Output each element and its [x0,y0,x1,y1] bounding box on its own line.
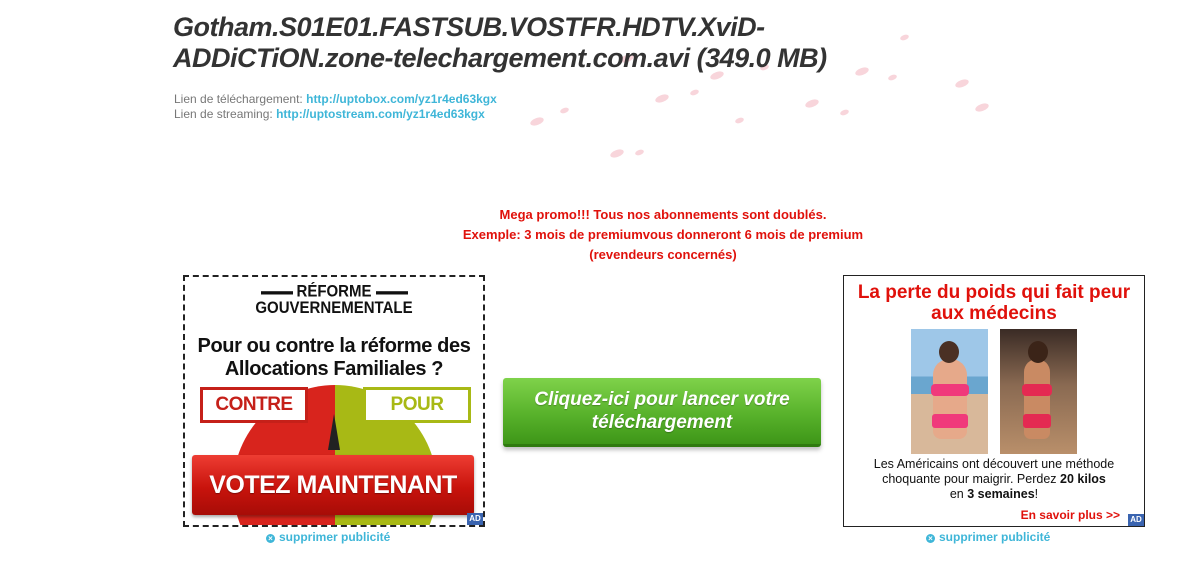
contre-option[interactable]: CONTRE [200,387,308,423]
after-photo [1000,329,1077,454]
before-photo [911,329,988,454]
remove-ad-label: supprimer publicité [279,530,391,544]
promo-line-3: (revendeurs concernés) [589,247,737,262]
download-link-row: Lien de téléchargement: http://uptobox.c… [174,92,497,107]
remove-ad-link-left[interactable]: × supprimer publicité [266,530,390,544]
promo-line-2: Exemple: 3 mois de premiumvous donneront… [462,227,864,242]
close-circle-icon: × [926,534,935,543]
reform-tag: RÉFORME GOUVERNEMENTALE [185,283,483,318]
promo-line-1: Mega promo!!! Tous nos abonnements sont … [499,207,827,222]
ad-badge-icon[interactable]: AD [1128,514,1144,526]
ad-weight-title: La perte du poids qui fait peur aux méde… [857,282,1131,324]
download-link[interactable]: http://uptobox.com/yz1r4ed63kgx [306,92,497,106]
reform-tag-line2: GOUVERNEMENTALE [255,298,413,318]
ad-weight-loss[interactable]: La perte du poids qui fait peur aux méde… [843,275,1145,527]
vote-now-button[interactable]: VOTEZ MAINTENANT [192,455,474,515]
download-link-label: Lien de téléchargement: [174,92,303,106]
streaming-link[interactable]: http://uptostream.com/yz1r4ed63kgx [276,107,485,121]
streaming-link-row: Lien de streaming: http://uptostream.com… [174,107,497,122]
remove-ad-label: supprimer publicité [939,530,1051,544]
desc-text-3: ! [1034,487,1039,501]
launch-download-button[interactable]: Cliquez-ici pour lancer votre télécharge… [503,378,821,447]
learn-more-link[interactable]: En savoir plus >> [1021,508,1120,522]
file-title: Gotham.S01E01.FASTSUB.VOSTFR.HDTV.XviD-A… [173,12,827,73]
desc-bold-weeks: 3 semaines [967,487,1035,501]
desc-text-2: en [949,487,964,501]
ad-weight-description: Les Américains ont découvert une méthode… [844,457,1144,502]
ad-reform-poll[interactable]: RÉFORME GOUVERNEMENTALE Pour ou contre l… [183,275,485,527]
gauge-needle [328,414,340,450]
close-circle-icon: × [266,534,275,543]
promo-message: Mega promo!!! Tous nos abonnements sont … [400,205,926,265]
ad-badge-icon[interactable]: AD [467,513,483,525]
pour-option[interactable]: POUR [363,387,471,423]
poll-question: Pour ou contre la réforme des Allocation… [197,335,471,380]
remove-ad-link-right[interactable]: × supprimer publicité [926,530,1050,544]
streaming-link-label: Lien de streaming: [174,107,273,121]
desc-bold-kilos: 20 kilos [1060,472,1106,486]
file-links: Lien de téléchargement: http://uptobox.c… [174,92,497,122]
